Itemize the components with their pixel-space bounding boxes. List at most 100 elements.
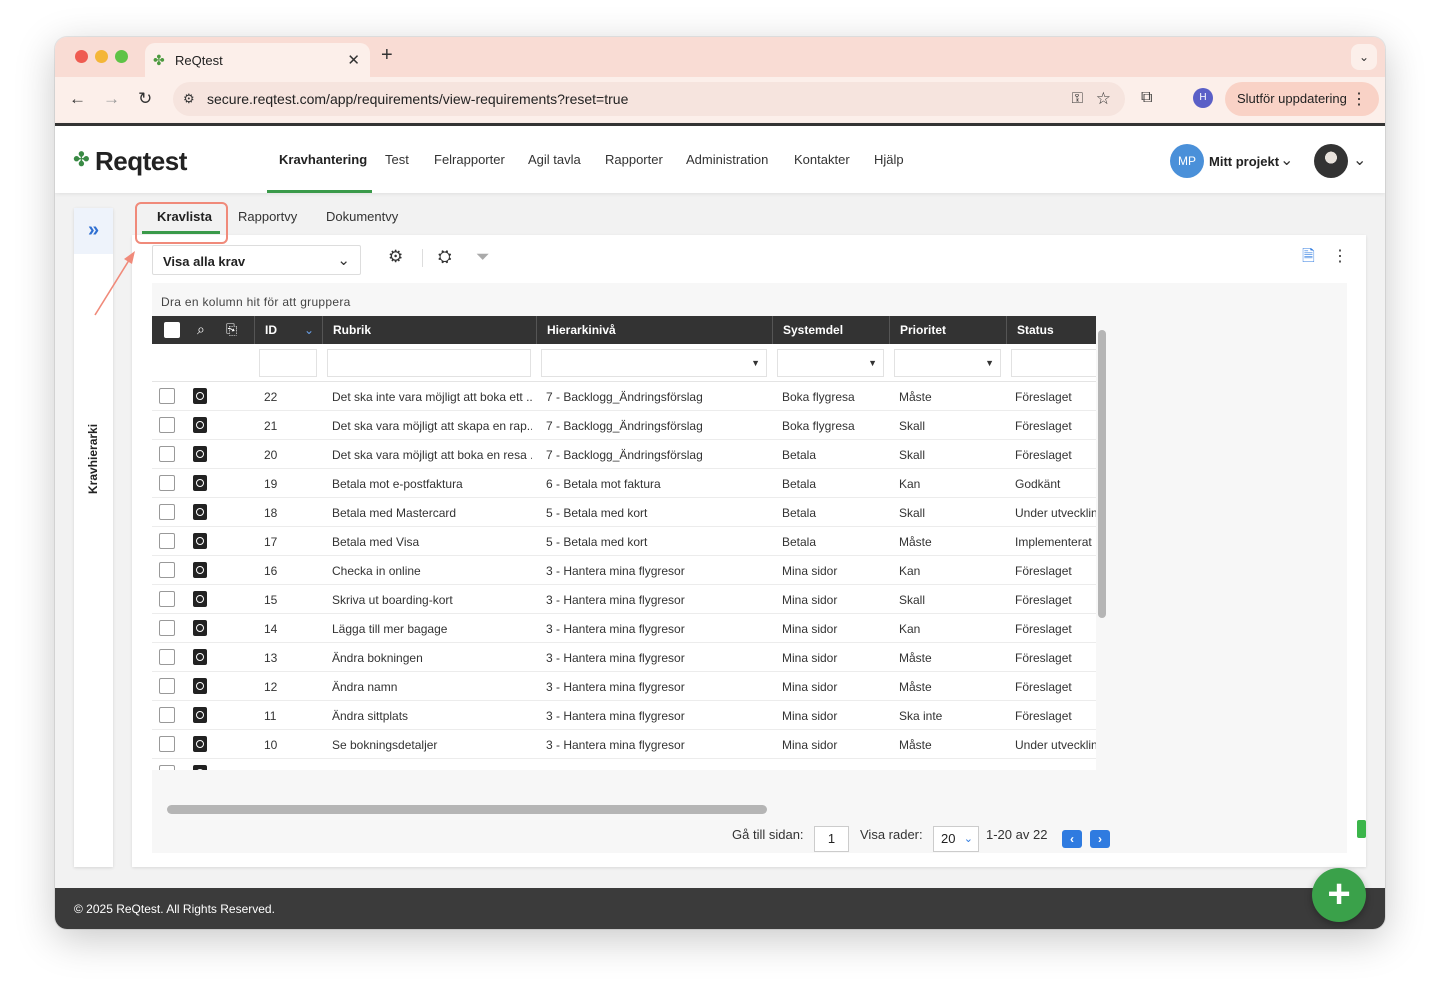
url-text[interactable]: secure.reqtest.com/app/requirements/view… <box>207 91 628 107</box>
preview-icon[interactable] <box>193 736 207 752</box>
tab-close-icon[interactable]: ✕ <box>347 51 360 69</box>
row-checkbox[interactable] <box>159 649 175 665</box>
nav-kontakter[interactable]: Kontakter <box>794 152 850 167</box>
next-page-chevron-icon[interactable]: › <box>1090 830 1110 848</box>
sort-desc-icon[interactable]: ⌄ <box>304 316 314 344</box>
site-settings-icon[interactable]: ⚙ <box>183 91 195 107</box>
preview-icon[interactable] <box>193 388 207 404</box>
table-row[interactable]: 20 Det ska vara möjligt att boka en resa … <box>152 440 1096 469</box>
browser-tab[interactable]: ✤ ReQtest ✕ <box>145 43 370 77</box>
subtab-dokumentvy[interactable]: Dokumentvy <box>326 209 398 224</box>
nav-test[interactable]: Test <box>385 152 409 167</box>
row-checkbox[interactable] <box>159 620 175 636</box>
prev-page-chevron-icon[interactable]: ‹ <box>1062 830 1082 848</box>
preview-icon[interactable] <box>193 765 207 770</box>
clear-filter-icon[interactable]: ⏷ <box>476 248 490 266</box>
table-row[interactable]: 22 Det ska inte vara möjligt att boka ett… <box>152 382 1096 411</box>
row-checkbox[interactable] <box>159 678 175 694</box>
preview-icon[interactable] <box>193 504 207 520</box>
forward-arrow-icon[interactable]: → <box>103 89 120 109</box>
table-row[interactable]: 15 Skriva ut boarding-kort 3 - Hantera min… <box>152 585 1096 614</box>
table-row[interactable]: 14 Lägga till mer bagage 3 - Hantera mina … <box>152 614 1096 643</box>
table-row[interactable]: 10 Se bokningsdetaljer 3 - Hantera mina fl… <box>152 730 1096 759</box>
export-document-icon[interactable]: 🗎 <box>1302 248 1315 266</box>
back-arrow-icon[interactable]: ← <box>69 89 86 109</box>
bookmark-star-icon[interactable]: ☆ <box>1096 89 1111 109</box>
col-systemdel[interactable]: Systemdel <box>772 316 889 344</box>
subtab-rapportvy[interactable]: Rapportvy <box>238 209 297 224</box>
sidebar-label[interactable]: Kravhierarki <box>86 374 100 494</box>
goto-page-input[interactable]: 1 <box>814 826 849 852</box>
preview-icon[interactable] <box>193 533 207 549</box>
table-row[interactable] <box>152 759 1096 770</box>
col-status[interactable]: Status <box>1006 316 1096 344</box>
more-vert-icon[interactable]: ⋮ <box>1332 248 1348 266</box>
rows-per-page-select[interactable]: 20 ⌄ <box>933 826 979 852</box>
col-hierarkiniva[interactable]: Hierarkinivå <box>536 316 772 344</box>
row-checkbox[interactable] <box>159 765 175 770</box>
nav-felrapporter[interactable]: Felrapporter <box>434 152 505 167</box>
add-requirement-button[interactable]: + <box>1312 868 1366 922</box>
preview-icon[interactable] <box>193 707 207 723</box>
row-checkbox[interactable] <box>159 591 175 607</box>
row-checkbox[interactable] <box>159 736 175 752</box>
minimize-window-button[interactable] <box>95 50 108 63</box>
preview-icon[interactable] <box>193 417 207 433</box>
nav-hjalp[interactable]: Hjälp <box>874 152 904 167</box>
zoom-window-button[interactable] <box>115 50 128 63</box>
filter-hierarki-select[interactable]: ▼ <box>541 349 767 377</box>
nav-rapporter[interactable]: Rapporter <box>605 152 663 167</box>
preview-icon[interactable] <box>193 649 207 665</box>
filter-systemdel-select[interactable]: ▼ <box>777 349 884 377</box>
row-checkbox[interactable] <box>159 388 175 404</box>
row-checkbox[interactable] <box>159 475 175 491</box>
filter-id-input[interactable] <box>259 349 317 377</box>
user-menu-chevron-icon[interactable]: ⌄ <box>1353 150 1366 170</box>
column-settings-icon[interactable]: ⛭ <box>438 248 452 266</box>
row-checkbox[interactable] <box>159 446 175 462</box>
col-rubrik[interactable]: Rubrik <box>322 316 536 344</box>
filter-rubrik-input[interactable] <box>327 349 531 377</box>
preview-icon[interactable] <box>193 678 207 694</box>
table-row[interactable]: 11 Ändra sittplats 3 - Hantera mina flygre… <box>152 701 1096 730</box>
view-select[interactable]: Visa alla krav ⌄ <box>152 245 361 275</box>
extensions-puzzle-icon[interactable]: ⧉ <box>1141 89 1152 107</box>
address-bar[interactable]: ⚙ secure.reqtest.com/app/requirements/vi… <box>173 82 1125 116</box>
new-tab-button[interactable]: + <box>381 45 393 65</box>
table-row[interactable]: 16 Checka in online 3 - Hantera mina flygr… <box>152 556 1096 585</box>
password-key-icon[interactable]: ⚿ <box>1072 90 1083 107</box>
preview-icon[interactable] <box>193 446 207 462</box>
reload-icon[interactable]: ↻ <box>138 89 152 109</box>
table-row[interactable]: 21 Det ska vara möjligt att skapa en rap.… <box>152 411 1096 440</box>
row-checkbox[interactable] <box>159 533 175 549</box>
nav-agil-tavla[interactable]: Agil tavla <box>528 152 581 167</box>
select-all-checkbox[interactable] <box>164 322 180 338</box>
close-window-button[interactable] <box>75 50 88 63</box>
row-checkbox[interactable] <box>159 707 175 723</box>
table-row[interactable]: 18 Betala med Mastercard 5 - Betala med ko… <box>152 498 1096 527</box>
expand-sidebar-icon[interactable]: » <box>74 208 113 254</box>
table-row[interactable]: 19 Betala mot e-postfaktura 6 - Betala mot… <box>152 469 1096 498</box>
horizontal-scrollbar-thumb[interactable] <box>167 805 767 814</box>
preview-icon[interactable] <box>193 620 207 636</box>
preview-icon[interactable] <box>193 475 207 491</box>
profile-avatar[interactable]: H <box>1193 88 1213 108</box>
nav-administration[interactable]: Administration <box>686 152 768 167</box>
row-checkbox[interactable] <box>159 417 175 433</box>
col-prioritet[interactable]: Prioritet <box>889 316 1006 344</box>
filter-status-select[interactable] <box>1011 349 1096 377</box>
subtab-kravlista[interactable]: Kravlista <box>157 209 212 224</box>
table-row[interactable]: 17 Betala med Visa 5 - Betala med kort Beta… <box>152 527 1096 556</box>
nav-kravhantering[interactable]: Kravhantering <box>279 152 367 167</box>
gear-icon[interactable]: ⚙ <box>388 248 403 266</box>
user-avatar[interactable] <box>1314 144 1348 178</box>
vertical-scrollbar-thumb[interactable] <box>1098 330 1106 618</box>
filter-prioritet-select[interactable]: ▼ <box>894 349 1001 377</box>
preview-icon[interactable] <box>193 591 207 607</box>
tab-search-chevron-icon[interactable]: ⌄ <box>1351 44 1377 70</box>
table-row[interactable]: 12 Ändra namn 3 - Hantera mina flygresor Mi… <box>152 672 1096 701</box>
preview-icon[interactable] <box>193 562 207 578</box>
row-checkbox[interactable] <box>159 504 175 520</box>
row-checkbox[interactable] <box>159 562 175 578</box>
table-row[interactable]: 13 Ändra bokningen 3 - Hantera mina flygre… <box>152 643 1096 672</box>
